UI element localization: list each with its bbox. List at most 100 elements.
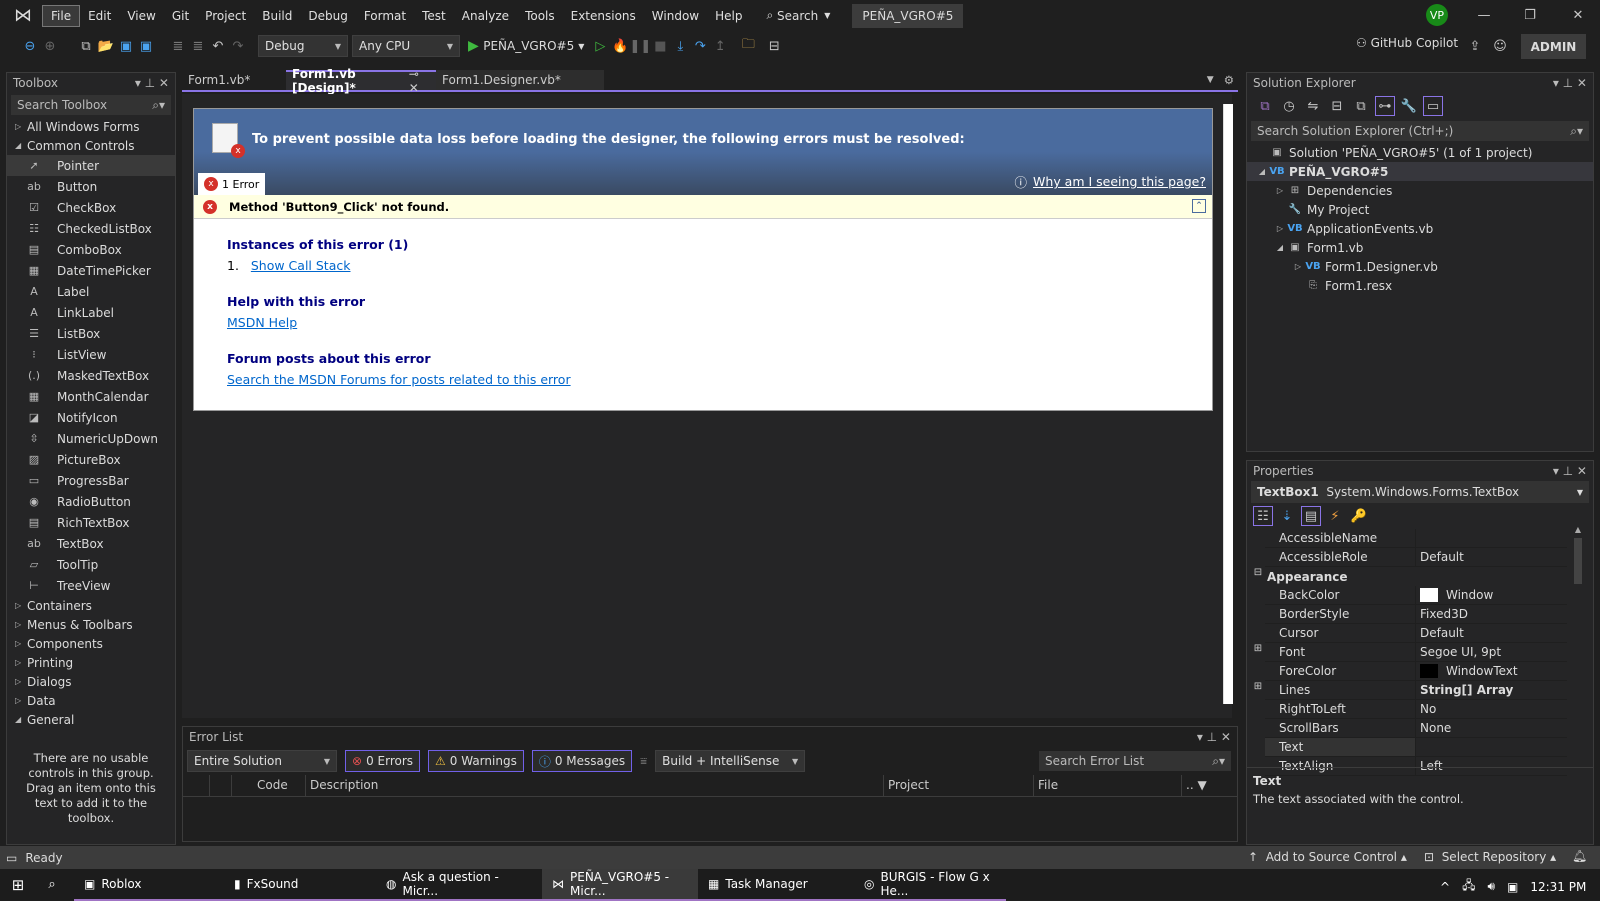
toolbox-item-notifyicon[interactable]: ◪ NotifyIcon: [7, 407, 175, 428]
expand-icon[interactable]: ⊞: [1251, 643, 1265, 662]
collapse-all-icon[interactable]: ⊟: [1327, 96, 1347, 116]
uncomment-icon[interactable]: ≣: [188, 36, 208, 56]
step-over-icon[interactable]: ↷: [690, 36, 710, 56]
menu-test[interactable]: Test: [414, 6, 454, 26]
toolbox-item-datetimepicker[interactable]: ▦ DateTimePicker: [7, 260, 175, 281]
msdn-forums-link[interactable]: Search the MSDN Forums for posts related…: [227, 372, 571, 387]
undo-icon[interactable]: ↶: [208, 36, 228, 56]
toolbox-item-pointer[interactable]: ➚ Pointer: [7, 155, 175, 176]
messages-filter[interactable]: ⓘ 0 Messages: [531, 750, 633, 772]
toolbox-item-linklabel[interactable]: A LinkLabel: [7, 302, 175, 323]
column-file[interactable]: File: [1033, 775, 1058, 797]
toolbox-item-label[interactable]: A Label: [7, 281, 175, 302]
filter-icon[interactable]: ⩸: [640, 754, 647, 769]
property-row[interactable]: ForeColor WindowText: [1251, 662, 1567, 681]
property-row[interactable]: Text: [1251, 738, 1567, 757]
tab-list-dropdown-icon[interactable]: ▼: [1207, 75, 1214, 85]
error-count-tab[interactable]: x1 Error: [198, 173, 266, 195]
designer-scrollbar[interactable]: [1223, 104, 1233, 704]
properties-scrollbar[interactable]: ▲: [1572, 525, 1584, 761]
notifications-bell-icon[interactable]: 🔔︎: [1572, 849, 1587, 863]
property-value[interactable]: Default: [1415, 624, 1567, 643]
github-copilot-button[interactable]: ⚇ GitHub Copilot: [1356, 36, 1458, 50]
toolbox-item-radiobutton[interactable]: ◉ RadioButton: [7, 491, 175, 512]
new-project-icon[interactable]: ⧉: [76, 36, 96, 56]
avatar[interactable]: VP: [1426, 4, 1448, 26]
toolbox-item-textbox[interactable]: ab TextBox: [7, 533, 175, 554]
msdn-help-link[interactable]: MSDN Help: [227, 315, 297, 330]
tree-item[interactable]: ◢ ▣ Form1.vb: [1247, 238, 1593, 257]
toolbox-item-combobox[interactable]: ▤ ComboBox: [7, 239, 175, 260]
toolbox-group[interactable]: ▷ Dialogs: [7, 672, 175, 691]
property-value[interactable]: [1415, 738, 1567, 757]
toolbox-item-tooltip[interactable]: ▱ ToolTip: [7, 554, 175, 575]
scope-dropdown[interactable]: Entire Solution ▼: [187, 750, 337, 772]
layout-icon[interactable]: ⊟: [764, 36, 784, 56]
tray-app-icon[interactable]: ▣: [1507, 880, 1518, 894]
property-value[interactable]: No: [1415, 700, 1567, 719]
show-all-files-icon[interactable]: ⧉: [1351, 96, 1371, 116]
taskbar-app[interactable]: ▣ Roblox: [74, 869, 224, 901]
menu-build[interactable]: Build: [254, 6, 300, 26]
feedback-icon[interactable]: ☺: [1490, 36, 1510, 56]
property-row[interactable]: ScrollBars None: [1251, 719, 1567, 738]
close-window-icon[interactable]: ✕: [1568, 5, 1588, 25]
spacer[interactable]: [1251, 586, 1265, 605]
property-row[interactable]: ⊞ Font Segoe UI, 9pt: [1251, 643, 1567, 662]
settings-gear-icon[interactable]: ⚙: [1224, 73, 1234, 87]
comment-icon[interactable]: ≣: [168, 36, 188, 56]
property-row[interactable]: ⊞ Lines String[] Array: [1251, 681, 1567, 700]
clock[interactable]: 12:31 PM: [1530, 880, 1586, 894]
step-into-icon[interactable]: ⤓: [670, 36, 690, 56]
admin-button[interactable]: ADMIN: [1521, 34, 1586, 59]
minimize-icon[interactable]: —: [1474, 5, 1494, 25]
toolbox-item-numericupdown[interactable]: ⇳ NumericUpDown: [7, 428, 175, 449]
properties-view-icon[interactable]: ▤: [1301, 506, 1321, 526]
menu-extensions[interactable]: Extensions: [563, 6, 644, 26]
panel-controls[interactable]: ▾ ⊥ ✕: [135, 76, 169, 90]
tab-form1-designer-vb[interactable]: Form1.Designer.vb*: [436, 70, 604, 90]
stop-icon[interactable]: ■: [650, 36, 670, 56]
share-icon[interactable]: ⇪: [1465, 36, 1485, 56]
tab-form1-design[interactable]: Form1.vb [Design]* ⊸ ✕: [286, 67, 436, 95]
toolbox-item-treeview[interactable]: ⊢ TreeView: [7, 575, 175, 596]
toolbox-item-listview[interactable]: ⁝ ListView: [7, 344, 175, 365]
taskbar-app[interactable]: ▦ Task Manager: [698, 869, 854, 901]
errors-filter[interactable]: ⊗ 0 Errors: [345, 750, 421, 772]
menu-git[interactable]: Git: [164, 6, 197, 26]
expand-icon[interactable]: ◢: [1273, 243, 1287, 252]
menu-tools[interactable]: Tools: [517, 6, 563, 26]
expand-icon[interactable]: ▷: [1273, 186, 1287, 195]
toolbox-search-input[interactable]: Search Toolbox ⌕▾: [11, 95, 171, 115]
tree-item[interactable]: 🔧 My Project: [1247, 200, 1593, 219]
property-value[interactable]: String[] Array: [1415, 681, 1567, 700]
toolbox-item-picturebox[interactable]: ▨ PictureBox: [7, 449, 175, 470]
select-repository-button[interactable]: ⊡ Select Repository ▴: [1424, 850, 1556, 864]
events-icon[interactable]: ⚡: [1325, 506, 1345, 526]
build-filter-dropdown[interactable]: Build + IntelliSense ▼: [655, 750, 806, 772]
column-code[interactable]: Code: [257, 778, 288, 792]
collapse-icon[interactable]: ⌃: [1192, 199, 1206, 213]
menu-view[interactable]: View: [119, 6, 163, 26]
menu-file[interactable]: File: [42, 4, 81, 27]
search-button[interactable]: ⌕ Search ▼: [766, 8, 830, 23]
restore-icon[interactable]: ❐: [1520, 5, 1540, 25]
pending-changes-icon[interactable]: ◷: [1279, 96, 1299, 116]
toolbox-item-checkedlistbox[interactable]: ☷ CheckedListBox: [7, 218, 175, 239]
taskbar-app[interactable]: ◍ Ask a question - Micr...: [376, 869, 542, 901]
show-call-stack-link[interactable]: Show Call Stack: [251, 258, 351, 273]
alphabetical-icon[interactable]: ⇣: [1277, 506, 1297, 526]
find-in-files-icon[interactable]: 🗀: [738, 36, 758, 56]
group-general[interactable]: ◢ General: [7, 710, 175, 729]
toolbox-group[interactable]: ▷ Menus & Toolbars: [7, 615, 175, 634]
property-row[interactable]: BorderStyle Fixed3D: [1251, 605, 1567, 624]
taskbar-app[interactable]: ⋈ PEÑA_VGRO#5 - Micr...: [542, 868, 698, 901]
spacer[interactable]: [1251, 738, 1265, 757]
menu-help[interactable]: Help: [707, 6, 750, 26]
menu-window[interactable]: Window: [644, 6, 707, 26]
spacer[interactable]: [1251, 548, 1265, 567]
property-row[interactable]: BackColor Window: [1251, 586, 1567, 605]
platform-dropdown[interactable]: Any CPU ▼: [352, 35, 460, 57]
property-row[interactable]: AccessibleRole Default: [1251, 548, 1567, 567]
column-description[interactable]: Description: [305, 775, 378, 797]
